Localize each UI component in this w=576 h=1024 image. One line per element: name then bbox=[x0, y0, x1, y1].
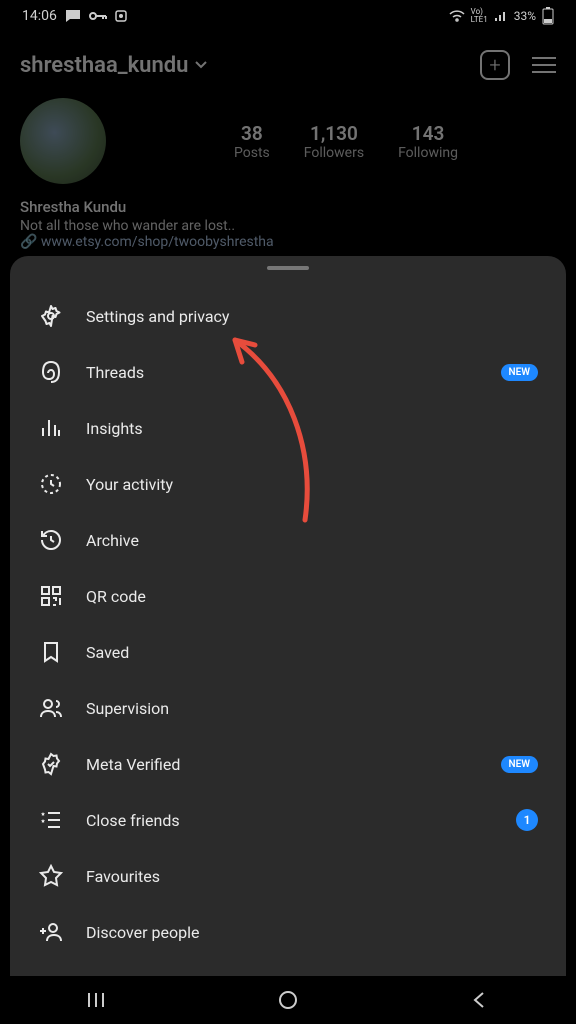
menu-meta-verified[interactable]: Meta Verified NEW bbox=[10, 736, 566, 792]
history-icon bbox=[38, 527, 64, 553]
menu-close-friends[interactable]: Close friends 1 bbox=[10, 792, 566, 848]
menu-label: QR code bbox=[86, 587, 538, 606]
battery-icon bbox=[542, 7, 554, 25]
count-badge: 1 bbox=[516, 809, 538, 831]
menu-favourites[interactable]: Favourites bbox=[10, 848, 566, 904]
create-button[interactable]: + bbox=[480, 50, 510, 80]
status-bar: 14:06 Vo)LTE1 33% bbox=[0, 0, 576, 32]
display-name: Shrestha Kundu bbox=[20, 198, 556, 216]
new-badge: NEW bbox=[501, 364, 539, 381]
people-icon bbox=[38, 695, 64, 721]
stat-posts[interactable]: 38 Posts bbox=[234, 122, 270, 161]
menu-archive[interactable]: Archive bbox=[10, 512, 566, 568]
back-button[interactable] bbox=[470, 990, 490, 1010]
stat-following-label: Following bbox=[398, 145, 458, 161]
android-nav-bar bbox=[0, 976, 576, 1024]
battery-percent: 33% bbox=[514, 9, 536, 23]
bar-chart-icon bbox=[38, 415, 64, 441]
menu-label: Threads bbox=[86, 363, 479, 382]
menu-saved[interactable]: Saved bbox=[10, 624, 566, 680]
chat-icon bbox=[65, 9, 81, 23]
stat-posts-label: Posts bbox=[234, 145, 270, 161]
status-time: 14:06 bbox=[22, 8, 57, 24]
plus-icon: + bbox=[489, 53, 500, 77]
menu-label: Your activity bbox=[86, 475, 538, 494]
menu-label: Discover people bbox=[86, 923, 538, 942]
stat-posts-value: 38 bbox=[234, 122, 270, 145]
menu-label: Meta Verified bbox=[86, 755, 479, 774]
bio-link[interactable]: 🔗 www.etsy.com/shop/twoobyshrestha bbox=[20, 234, 556, 250]
avatar[interactable] bbox=[20, 98, 106, 184]
menu-qr-code[interactable]: QR code bbox=[10, 568, 566, 624]
signal-icon bbox=[494, 10, 508, 22]
username-dropdown[interactable]: shresthaa_kundu bbox=[20, 53, 208, 78]
bio-text: Not all those who wander are lost.. bbox=[20, 218, 556, 234]
chevron-down-icon bbox=[194, 60, 208, 70]
recents-button[interactable] bbox=[86, 990, 106, 1010]
home-button[interactable] bbox=[277, 989, 299, 1011]
menu-label: Archive bbox=[86, 531, 538, 550]
bookmark-icon bbox=[38, 639, 64, 665]
stat-followers[interactable]: 1,130 Followers bbox=[304, 122, 364, 161]
threads-icon bbox=[38, 359, 64, 385]
key-icon bbox=[89, 11, 107, 21]
clock-dashed-icon bbox=[38, 471, 64, 497]
menu-label: Insights bbox=[86, 419, 538, 438]
menu-label: Settings and privacy bbox=[86, 307, 538, 326]
menu-your-activity[interactable]: Your activity bbox=[10, 456, 566, 512]
star-icon bbox=[38, 863, 64, 889]
bottom-sheet: Settings and privacy Threads NEW Insight… bbox=[10, 256, 566, 976]
stat-following[interactable]: 143 Following bbox=[398, 122, 458, 161]
menu-button[interactable] bbox=[532, 57, 556, 73]
list-star-icon bbox=[38, 807, 64, 833]
menu-insights[interactable]: Insights bbox=[10, 400, 566, 456]
menu-label: Supervision bbox=[86, 699, 538, 718]
sheet-grabber[interactable] bbox=[267, 266, 309, 270]
menu-label: Saved bbox=[86, 643, 538, 662]
verified-icon bbox=[38, 751, 64, 777]
menu-label: Close friends bbox=[86, 811, 494, 830]
qr-icon bbox=[38, 583, 64, 609]
gear-icon bbox=[38, 303, 64, 329]
wifi-icon bbox=[449, 10, 465, 22]
username-text: shresthaa_kundu bbox=[20, 53, 188, 78]
stat-followers-value: 1,130 bbox=[304, 122, 364, 145]
record-icon bbox=[115, 10, 127, 22]
menu-threads[interactable]: Threads NEW bbox=[10, 344, 566, 400]
stat-followers-label: Followers bbox=[304, 145, 364, 161]
stat-following-value: 143 bbox=[398, 122, 458, 145]
menu-settings-privacy[interactable]: Settings and privacy bbox=[10, 288, 566, 344]
add-user-icon bbox=[38, 919, 64, 945]
menu-supervision[interactable]: Supervision bbox=[10, 680, 566, 736]
menu-discover-people[interactable]: Discover people bbox=[10, 904, 566, 960]
new-badge: NEW bbox=[501, 756, 539, 773]
menu-label: Favourites bbox=[86, 867, 538, 886]
volte-indicator: Vo)LTE1 bbox=[471, 8, 488, 24]
